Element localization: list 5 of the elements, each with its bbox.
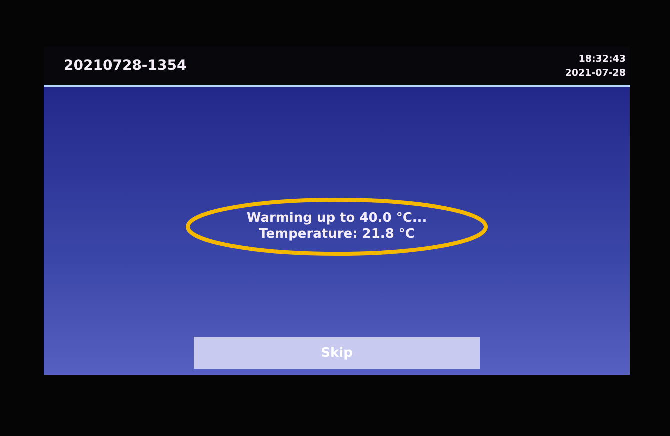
status-message: Warming up to 40.0 °C... [246,211,428,227]
clock-time: 18:32:43 [578,54,626,64]
clock-date: 2021-07-28 [565,68,626,78]
run-title: 20210728-1354 [64,58,187,74]
status-message: Temperature: 21.8 °C [259,227,415,243]
